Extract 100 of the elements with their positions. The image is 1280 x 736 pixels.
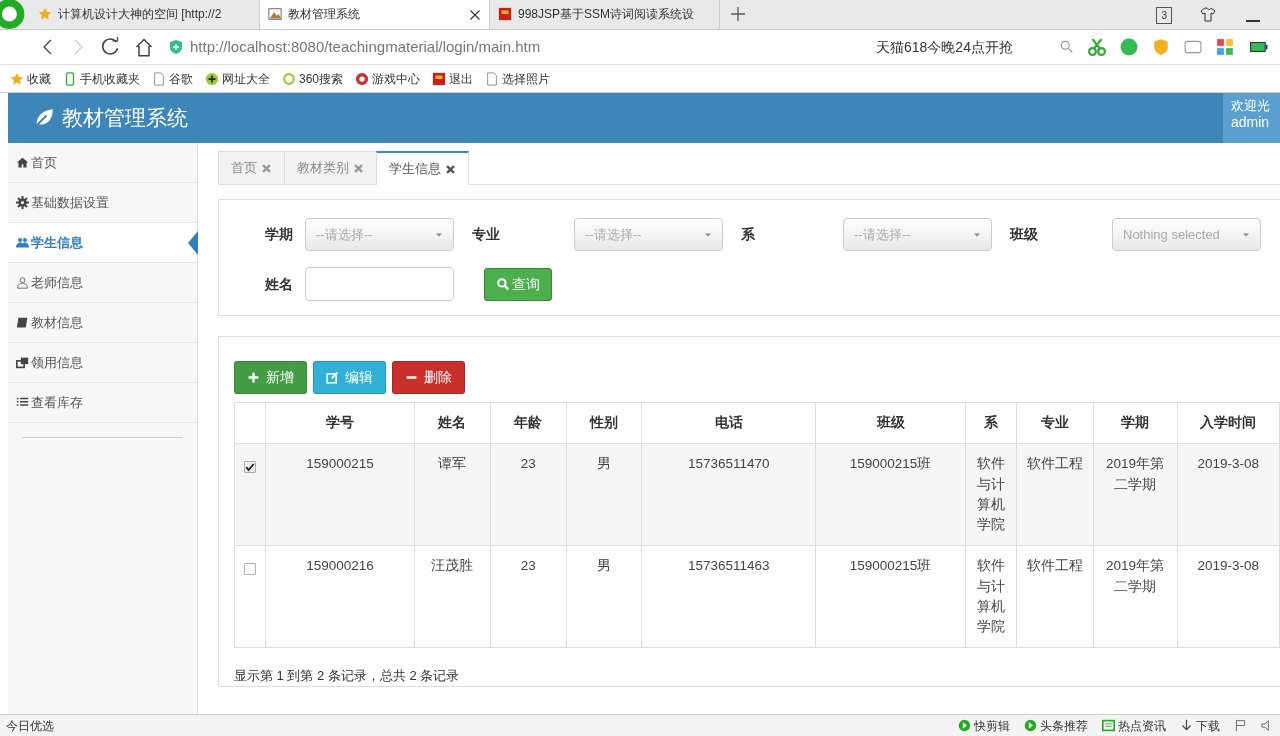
app-title: 教材管理系统 xyxy=(62,105,188,132)
close-icon xyxy=(469,8,481,21)
user-name: admin xyxy=(1231,114,1271,130)
users-icon xyxy=(16,236,29,249)
content-tab[interactable]: 学生信息 xyxy=(376,151,469,185)
close-icon xyxy=(445,163,456,175)
page-icon xyxy=(485,71,500,86)
apps-icon xyxy=(1216,38,1234,56)
table-cell: 男 xyxy=(566,545,642,648)
table-cell: 2019年第二学期 xyxy=(1093,545,1178,648)
scissors-icon xyxy=(1088,38,1106,56)
welcome-text: 欢迎光 xyxy=(1231,98,1271,114)
search-field[interactable]: 天猫618今晚24点开抢 xyxy=(876,36,1046,58)
sidebar-item[interactable]: 领用信息 xyxy=(8,343,197,383)
play-icon xyxy=(958,719,971,732)
status-link[interactable]: 热点资讯 xyxy=(1118,716,1166,735)
browser-tab[interactable]: 教材管理系统 xyxy=(260,0,490,29)
table-cell: 2019-3-08 xyxy=(1177,545,1280,648)
reload-icon xyxy=(100,37,120,57)
filter-label: 系 xyxy=(740,225,756,244)
table-cell: 159000215班 xyxy=(815,443,966,546)
shield-icon xyxy=(1152,38,1170,56)
star-icon xyxy=(38,7,52,21)
tab-count[interactable]: 3 xyxy=(1156,7,1172,24)
sidebar-item[interactable]: 首页 xyxy=(8,143,197,183)
gear-icon xyxy=(16,196,29,209)
favicon-icon xyxy=(498,7,512,21)
column-header: 学号 xyxy=(265,402,415,444)
bookmark-link[interactable]: 选择照片 xyxy=(502,69,551,88)
bookmark-link[interactable]: 谷歌 xyxy=(169,69,193,88)
bookmark-link[interactable]: 网址大全 xyxy=(222,69,270,88)
star-icon xyxy=(10,71,24,86)
download-icon xyxy=(1180,719,1193,732)
browser-tab[interactable]: 998JSP基于SSM诗词阅读系统设 xyxy=(490,0,720,29)
table-cell: 谭军 xyxy=(414,443,491,546)
windows-icon xyxy=(16,356,29,369)
picture-icon xyxy=(268,7,282,21)
play-icon xyxy=(1024,719,1037,732)
list-icon xyxy=(16,396,29,409)
filter-label: 班级 xyxy=(1008,225,1039,244)
table-cell: 23 xyxy=(490,545,567,648)
record-count: 显示第 1 到第 2 条记录，总共 2 条记录 xyxy=(234,667,461,686)
filter-label: 专业 xyxy=(471,225,501,244)
bookmark-link[interactable]: 退出 xyxy=(449,69,474,88)
plus-icon xyxy=(247,371,260,384)
sidebar-item[interactable]: 学生信息 xyxy=(8,223,197,263)
book-icon xyxy=(16,316,29,329)
table-cell: 汪茂胜 xyxy=(414,545,491,648)
status-text: 今日优选 xyxy=(6,717,54,735)
news-icon xyxy=(1102,719,1115,732)
bookmark-link[interactable]: 收藏 xyxy=(27,69,51,88)
table-cell: 159000215 xyxy=(265,443,415,546)
column-header: 系 xyxy=(965,402,1017,444)
status-link[interactable]: 头条推荐 xyxy=(1040,716,1088,735)
column-header: 班级 xyxy=(815,402,966,444)
shield-icon xyxy=(168,39,184,55)
leaf-icon xyxy=(34,108,54,128)
page-icon xyxy=(152,71,166,86)
column-header: 专业 xyxy=(1016,402,1094,444)
status-link[interactable]: 快剪辑 xyxy=(974,716,1010,735)
bookmark-link[interactable]: 360搜索 xyxy=(299,69,344,88)
table-cell: 15736511463 xyxy=(641,545,816,648)
filter-label: 学期 xyxy=(264,225,294,244)
column-header: 年龄 xyxy=(490,402,567,444)
search-icon xyxy=(1060,40,1074,54)
close-icon xyxy=(261,162,272,174)
minimize-icon xyxy=(1246,20,1260,22)
column-header: 学期 xyxy=(1093,402,1178,444)
bookmark-link[interactable]: 游戏中心 xyxy=(372,69,421,88)
favicon-icon xyxy=(432,71,447,86)
table-cell: 2019-3-08 xyxy=(1177,443,1280,546)
sidebar-item[interactable]: 查看库存 xyxy=(8,383,197,423)
table-cell: 软件与计算机学院 xyxy=(965,545,1017,648)
close-icon xyxy=(353,162,364,174)
table-cell: 23 xyxy=(490,443,567,546)
sidebar-item[interactable]: 老师信息 xyxy=(8,263,197,303)
phone-icon xyxy=(63,71,77,86)
table-cell: 2019年第二学期 xyxy=(1093,443,1178,546)
table-cell: 男 xyxy=(566,443,642,546)
delete-button[interactable]: 删除 xyxy=(392,361,465,394)
column-header: 入学时间 xyxy=(1177,402,1280,444)
filter-label: 姓名 xyxy=(264,274,294,294)
user-icon xyxy=(16,276,29,289)
edit-icon xyxy=(326,371,339,384)
column-header: 性别 xyxy=(566,402,642,444)
status-link[interactable]: 下载 xyxy=(1196,716,1220,735)
table-cell: 159000215班 xyxy=(815,545,966,648)
checkbox[interactable] xyxy=(243,460,256,473)
sidebar-item[interactable]: 教材信息 xyxy=(8,303,197,343)
bookmark-link[interactable]: 手机收藏夹 xyxy=(80,69,140,88)
shirt-icon xyxy=(1200,6,1216,22)
active-arrow-icon xyxy=(188,231,198,255)
flag-icon xyxy=(1234,719,1247,732)
table-cell: 15736511470 xyxy=(641,443,816,546)
home-icon xyxy=(134,37,154,57)
input-field[interactable] xyxy=(305,267,454,301)
checkbox[interactable] xyxy=(243,562,256,575)
address-field[interactable]: http://localhost:8080/teachingmaterial/login/main.htm xyxy=(190,35,541,59)
table-cell: 软件工程 xyxy=(1016,443,1094,546)
table-cell: 软件与计算机学院 xyxy=(965,443,1017,546)
